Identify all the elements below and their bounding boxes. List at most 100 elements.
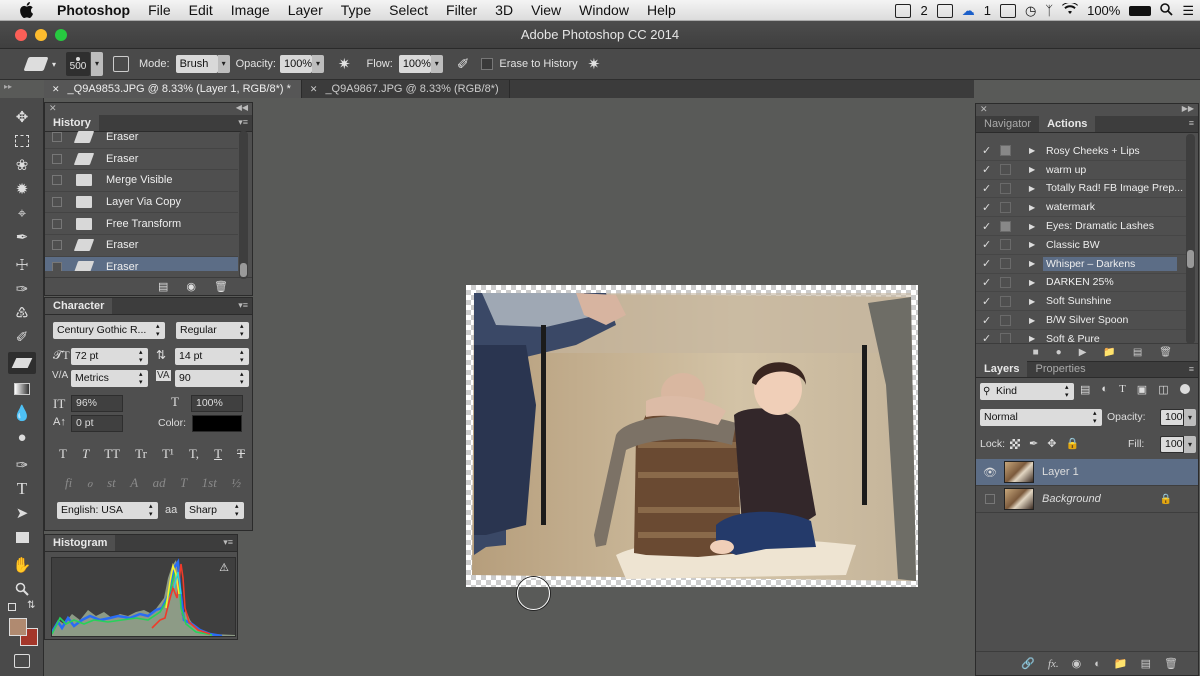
brush-size-dropdown[interactable]: ▾ [91, 52, 104, 76]
status-count-a[interactable]: 2 [920, 3, 927, 18]
ordinals-button[interactable]: 1st [202, 475, 217, 491]
panel-menu-icon[interactable]: ▾≡ [223, 537, 233, 548]
expand-arrow-icon[interactable]: ▶ [1029, 334, 1039, 343]
kerning-select[interactable]: Metrics [71, 370, 148, 387]
history-item[interactable]: Eraser [45, 149, 238, 171]
action-set-row[interactable]: ✓ ▶ warm up [976, 161, 1186, 180]
menu-app-name[interactable]: Photoshop [48, 2, 139, 18]
layer-thumbnail[interactable] [1004, 461, 1034, 483]
menu-image[interactable]: Image [222, 2, 279, 18]
expand-arrow-icon[interactable]: ▶ [1029, 146, 1039, 155]
swash-button[interactable]: A [130, 475, 138, 491]
minimize-window-button[interactable] [35, 29, 47, 41]
layer-row[interactable]: Background 🔒 [976, 486, 1198, 513]
panel-menu-icon[interactable]: ≡ [1189, 118, 1194, 128]
dialog-toggle-icon[interactable] [1000, 220, 1011, 232]
tab-histogram[interactable]: Histogram [45, 535, 116, 551]
adjustment-layer-icon[interactable]: ◐ [1094, 658, 1101, 670]
blur-tool-icon[interactable]: 💧 [8, 402, 36, 424]
status-count-b[interactable]: 1 [984, 3, 991, 18]
filter-adjustment-icon[interactable]: ◐ [1101, 383, 1108, 396]
dialog-toggle-icon[interactable] [1000, 164, 1011, 176]
subscript-button[interactable]: T, [189, 446, 199, 462]
superscript-button[interactable]: T¹ [162, 446, 174, 462]
document-canvas[interactable] [466, 285, 918, 587]
history-item[interactable]: Eraser [45, 131, 238, 149]
history-checkbox[interactable] [52, 218, 62, 229]
menu-type[interactable]: Type [332, 2, 380, 18]
healing-brush-icon[interactable]: ☩ [8, 254, 36, 276]
cache-warning-icon[interactable]: ⚠ [219, 561, 229, 574]
layer-style-fx-icon[interactable]: fx. [1048, 658, 1059, 670]
font-family-select[interactable]: Century Gothic R... [53, 322, 165, 339]
screen-share-icon[interactable] [936, 3, 953, 18]
apple-icon[interactable] [16, 0, 38, 21]
panel-collapse-icon[interactable]: ▶▶ [1182, 104, 1194, 113]
history-item[interactable]: Merge Visible [45, 170, 238, 192]
ornaments-button[interactable]: T [180, 475, 187, 491]
panel-close-icon[interactable]: ✕ [49, 103, 57, 114]
layer-name[interactable]: Background [1042, 493, 1160, 505]
foreground-color-swatch[interactable] [9, 618, 27, 636]
action-set-row[interactable]: ✓ ▶ Soft & Pure [976, 330, 1186, 344]
menu-edit[interactable]: Edit [180, 2, 222, 18]
action-set-row[interactable]: ✓ ▶ Classic BW [976, 236, 1186, 255]
pen-tool-icon[interactable]: ✑ [8, 454, 36, 476]
faux-italic-button[interactable]: T [82, 446, 89, 462]
airplay-icon[interactable] [999, 3, 1016, 18]
dialog-toggle-icon[interactable] [999, 182, 1011, 194]
expand-arrow-icon[interactable]: ▶ [1029, 240, 1039, 249]
tracking-select[interactable]: 90 [175, 370, 249, 387]
history-scrollbar[interactable] [239, 131, 248, 279]
expand-arrow-icon[interactable]: ▶ [1029, 259, 1039, 268]
layer-opacity-input[interactable]: 100% [1160, 409, 1192, 426]
language-select[interactable]: English: USA [57, 502, 158, 519]
action-set-row[interactable]: ✓ ▶ Totally Rad! FB Image Prep... [976, 180, 1186, 199]
magic-wand-icon[interactable]: ✹ [8, 178, 36, 200]
delete-layer-icon[interactable]: 🗑 [1164, 657, 1178, 670]
horizontal-scale-input[interactable]: 100% [191, 395, 243, 412]
lock-position-icon[interactable]: ✥ [1047, 437, 1056, 450]
bluetooth-icon[interactable]: ᛉ [1045, 3, 1053, 18]
filter-shape-icon[interactable]: ▣ [1137, 383, 1147, 396]
scroll-thumb[interactable] [1187, 250, 1194, 268]
expand-arrow-icon[interactable]: ▶ [1029, 316, 1039, 325]
antialias-select[interactable]: Sharp [185, 502, 244, 519]
history-item-selected[interactable]: Eraser [45, 256, 238, 271]
new-action-icon[interactable]: ▤ [1133, 347, 1142, 358]
eraser-preset-icon[interactable] [23, 57, 49, 71]
action-enabled-icon[interactable]: ✓ [982, 314, 996, 327]
panel-menu-icon[interactable]: ▾≡ [238, 300, 248, 311]
flow-dropdown-arrow[interactable]: ▾ [430, 55, 443, 73]
tab-layers[interactable]: Layers [976, 361, 1028, 377]
new-document-from-state-icon[interactable]: ▤ [158, 280, 168, 293]
airbrush-icon[interactable]: ✐ [457, 55, 470, 73]
action-enabled-icon[interactable]: ✓ [982, 201, 996, 214]
menu-filter[interactable]: Filter [437, 2, 486, 18]
pressure-opacity-icon[interactable]: ✷ [338, 55, 351, 73]
ligatures-button[interactable]: fi [65, 475, 72, 491]
erase-history-checkbox[interactable] [481, 58, 494, 70]
brush-preset-picker[interactable]: 500 [66, 52, 91, 76]
tab-character[interactable]: Character [45, 298, 113, 314]
menu-layer[interactable]: Layer [279, 2, 332, 18]
dialog-toggle-icon[interactable] [1000, 239, 1011, 251]
lock-all-icon[interactable]: 🔒 [1065, 437, 1079, 450]
new-set-folder-icon[interactable]: 📁 [1103, 347, 1115, 358]
panel-menu-icon[interactable]: ≡ [1189, 364, 1194, 374]
layer-fill-input[interactable]: 100% [1160, 436, 1192, 453]
expand-arrow-icon[interactable]: ▶ [1029, 165, 1039, 174]
layer-thumbnail[interactable] [1004, 488, 1034, 510]
small-caps-button[interactable]: Tr [135, 446, 147, 462]
leading-select[interactable]: 14 pt [175, 348, 249, 365]
opacity-dropdown-arrow[interactable]: ▾ [311, 55, 324, 73]
lock-transparent-icon[interactable] [1010, 439, 1020, 449]
path-select-icon[interactable]: ➤ [8, 502, 36, 524]
history-checkbox[interactable] [52, 175, 62, 186]
battery-icon[interactable] [1129, 5, 1152, 16]
crop-tool-icon[interactable]: ⌖ [8, 202, 36, 224]
lock-image-icon[interactable]: ✒ [1029, 437, 1038, 450]
layer-filter-select[interactable]: ⚲ Kind [980, 383, 1074, 400]
history-checkbox[interactable] [52, 197, 62, 208]
history-checkbox[interactable] [52, 240, 62, 251]
